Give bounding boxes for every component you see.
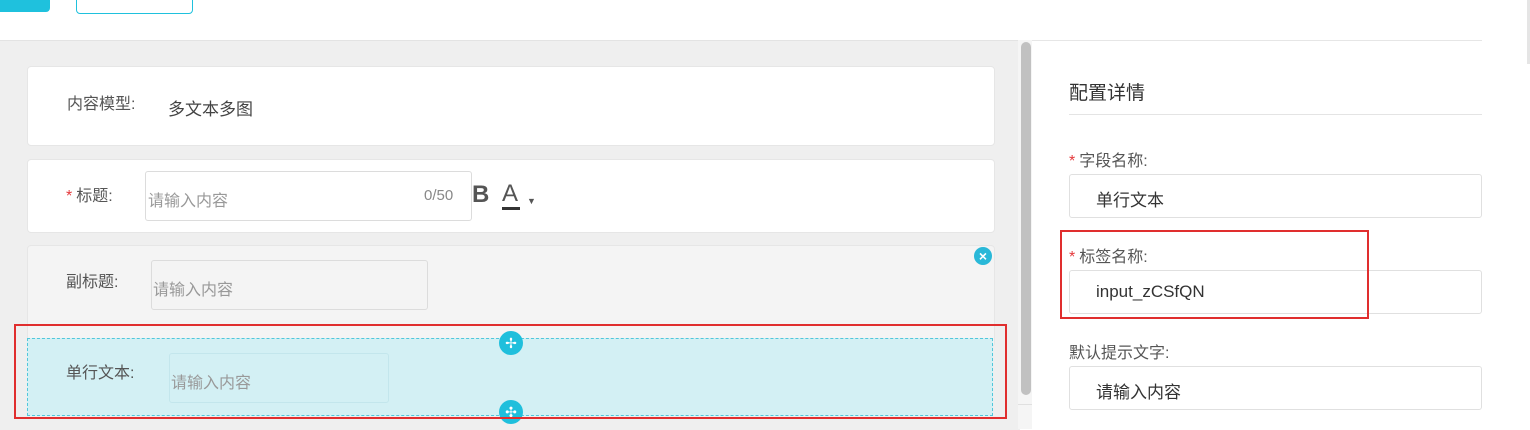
title-field-card[interactable]: * 标题: 请输入内容 0/50 B A ▼: [27, 159, 995, 233]
chevron-down-icon[interactable]: ▼: [527, 196, 536, 206]
tag-name-label: * 标签名称:: [1069, 243, 1148, 267]
content-model-label: 内容模型:: [67, 96, 136, 113]
close-circle-icon[interactable]: ×: [974, 247, 992, 265]
font-color-indicator: [502, 207, 520, 210]
primary-action-button[interactable]: [0, 0, 50, 12]
divider: [1069, 114, 1482, 115]
title-input[interactable]: 请输入内容 0/50: [145, 171, 472, 221]
title-label-text: 标题:: [76, 188, 113, 205]
single-line-placeholder: 请输入内容: [171, 375, 252, 392]
content-model-card: 内容模型: 多文本多图: [27, 66, 995, 146]
title-label: * 标题:: [66, 182, 113, 206]
subtitle-input[interactable]: 请输入内容: [151, 260, 428, 310]
subtitle-placeholder: 请输入内容: [153, 282, 234, 299]
canvas-scrollbar-thumb[interactable]: [1021, 42, 1031, 395]
title-char-counter: 0/50: [424, 187, 454, 204]
tag-name-label-text: 标签名称:: [1079, 249, 1148, 266]
field-name-label-text: 字段名称:: [1079, 153, 1148, 170]
field-name-label: * 字段名称:: [1069, 147, 1148, 171]
title-placeholder: 请输入内容: [148, 193, 229, 210]
field-name-value: 单行文本: [1096, 191, 1164, 210]
divider: [1032, 40, 1482, 41]
divider: [1018, 404, 1032, 405]
default-hint-label: 默认提示文字:: [1069, 345, 1170, 362]
single-line-input[interactable]: 请输入内容: [169, 353, 389, 403]
panel-title: 配置详情: [1069, 83, 1146, 104]
font-color-button[interactable]: A: [502, 180, 518, 208]
content-model-value: 多文本多图: [168, 100, 253, 119]
tag-name-value: input_zCSfQN: [1096, 282, 1205, 301]
required-marker: *: [1069, 153, 1076, 170]
required-marker: *: [1069, 249, 1076, 266]
secondary-action-button[interactable]: [76, 0, 193, 14]
bold-button[interactable]: B: [472, 181, 489, 209]
required-marker: *: [66, 188, 73, 205]
default-hint-input[interactable]: 请输入内容: [1069, 366, 1482, 410]
field-name-input[interactable]: 单行文本: [1069, 174, 1482, 218]
default-hint-value: 请输入内容: [1096, 383, 1181, 402]
drag-handle-icon[interactable]: ✢: [499, 331, 523, 355]
tag-name-input[interactable]: input_zCSfQN: [1069, 270, 1482, 314]
subtitle-label: 副标题:: [66, 274, 119, 291]
single-line-label: 单行文本:: [66, 365, 135, 382]
collapse-handle-icon[interactable]: ✣: [499, 400, 523, 424]
